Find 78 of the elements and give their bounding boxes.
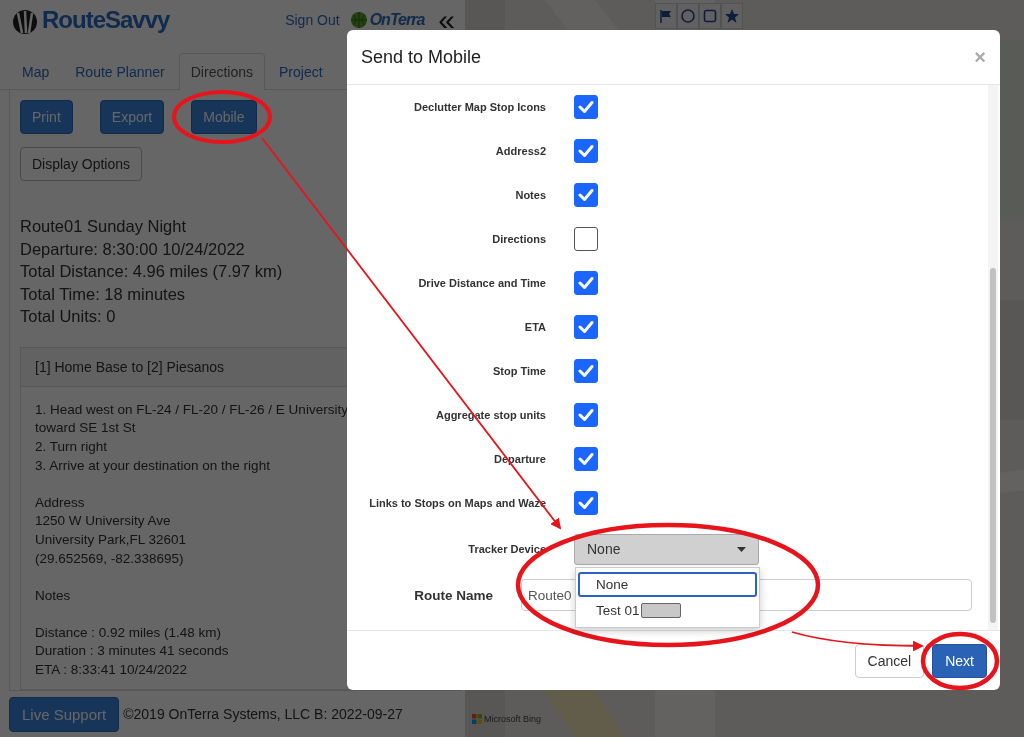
direction-line: 1. Head west on FL-24 / FL-20 / FL-26 / E University (35, 400, 348, 419)
sign-out-link[interactable]: Sign Out (285, 12, 340, 28)
star-icon (724, 8, 740, 24)
check-icon (578, 364, 594, 378)
tab[interactable]: Project (267, 53, 335, 89)
checkbox[interactable] (574, 491, 598, 515)
check-icon (578, 100, 594, 114)
dropdown-option[interactable]: None (578, 571, 757, 597)
checkbox[interactable] (574, 183, 598, 207)
check-icon (578, 188, 594, 202)
address-line: University Park,FL 32601 (35, 531, 187, 550)
leg-stat: Duration : 3 minutes 41 seconds (35, 642, 229, 661)
globe-icon (349, 11, 368, 29)
address-line: 1250 W University Ave (35, 512, 171, 531)
cancel-button[interactable]: Cancel (854, 643, 925, 678)
windows-logo-icon (472, 714, 482, 724)
action-button[interactable]: Print (20, 100, 73, 134)
scrollbar[interactable] (988, 85, 998, 630)
route-name-label: Route Name (413, 587, 493, 603)
tab[interactable]: Map (10, 53, 62, 89)
checkbox[interactable] (574, 403, 598, 427)
check-icon (578, 276, 594, 290)
action-button[interactable]: Mobile (191, 100, 257, 134)
check-icon (578, 496, 594, 510)
map-tool-button[interactable] (677, 3, 699, 29)
caret-icon (737, 546, 746, 552)
map-tool-button[interactable] (721, 3, 743, 29)
option-label: ETA (523, 321, 546, 333)
option-label: Directions (491, 233, 546, 245)
direction-line: 2. Turn right (35, 438, 108, 457)
address-label: Address (35, 493, 85, 512)
address-line: (29.652569, -82.338695) (35, 550, 184, 569)
map-tool-button[interactable] (699, 3, 721, 29)
check-icon (578, 144, 594, 158)
square-icon (702, 8, 718, 24)
scrollbar-thumb[interactable] (990, 268, 996, 623)
display-options-button[interactable]: Display Options (20, 147, 143, 181)
leg-stat: ETA : 8:33:41 10/24/2022 (35, 661, 188, 680)
checkbox[interactable] (574, 359, 598, 383)
leg-stat: Distance : 0.92 miles (1.48 km) (35, 623, 222, 642)
tab[interactable]: Route Planner (63, 53, 177, 89)
option-label: Notes (514, 189, 546, 201)
checkbox[interactable] (574, 447, 598, 471)
close-button[interactable]: × (974, 45, 986, 69)
direction-line: toward SE 1st St (35, 419, 136, 438)
tracker-select[interactable]: None (574, 533, 759, 565)
tab[interactable]: Directions (178, 53, 265, 90)
option-label: Address2 (494, 145, 546, 157)
summary-line: Total Distance: 4.96 miles (7.97 km) (20, 261, 283, 282)
map-attribution: Microsoft Bing (484, 714, 542, 724)
dialog-title: Send to Mobile (361, 46, 482, 68)
checkbox[interactable] (574, 95, 598, 119)
check-icon (578, 320, 594, 334)
copyright-text: ©2019 OnTerra Systems, LLC B: 2022-09-27 (123, 706, 403, 722)
live-support-button[interactable]: Live Support (9, 696, 120, 732)
summary-line: Total Units: 0 (20, 306, 116, 327)
collapse-button[interactable]: « (438, 8, 455, 32)
summary-line: Total Time: 18 minutes (20, 283, 186, 305)
direction-line: 3. Arrive at your destination on the right (35, 456, 270, 475)
check-icon (578, 452, 594, 466)
summary-line: Departure: 8:30:00 10/24/2022 (20, 238, 245, 260)
option-label: Declutter Map Stop Icons (412, 101, 546, 113)
map-tool-button[interactable] (655, 3, 677, 29)
summary-line: Route01 Sunday Night (20, 216, 187, 237)
circle-icon (680, 8, 696, 24)
logo-text: RouteSavvy (42, 6, 170, 34)
flag-icon (658, 8, 674, 24)
brand-text: OnTerra (369, 11, 425, 29)
notes-label: Notes (35, 586, 71, 605)
checkbox[interactable] (574, 227, 598, 251)
action-button[interactable]: Export (99, 100, 165, 134)
next-button[interactable]: Next (932, 643, 987, 678)
checkbox[interactable] (574, 271, 598, 295)
checkbox[interactable] (574, 139, 598, 163)
option-label: Stop Time (492, 365, 546, 377)
checkbox[interactable] (574, 315, 598, 339)
option-label: Drive Distance and Time (417, 277, 546, 289)
check-icon (578, 408, 594, 422)
